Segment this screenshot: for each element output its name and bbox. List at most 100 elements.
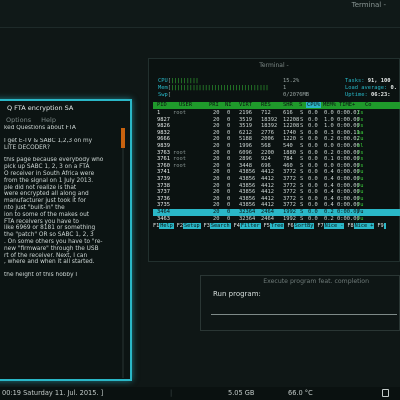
process-command: /u (357, 169, 364, 176)
process-shr: 540 (283, 143, 293, 149)
process-row[interactable]: 9827 20 0 3519 18392 12208 S 0.0 1.0 0:00.00/s (153, 117, 400, 124)
fkey-f5[interactable]: F5Tree (264, 223, 285, 229)
process-row[interactable]: 3736 20 0 43856 4412 3772 S 0.0 0.4 0:00.00/u (153, 196, 400, 203)
process-s: S (300, 189, 304, 196)
process-table-header[interactable]: PID USER PRI NI VIRT RES SHR S CPU% MEM%… (153, 102, 400, 109)
col-command[interactable]: Co (365, 102, 372, 108)
fta-window-title: Q FTA encryption SA (7, 104, 74, 112)
menu-help[interactable]: Help (41, 116, 56, 124)
process-shr: 616 (283, 110, 293, 116)
col-mem[interactable]: MEM% (323, 102, 336, 108)
fta-scrollbar-thumb[interactable] (121, 128, 125, 148)
col-pid[interactable]: PID (157, 102, 167, 108)
run-program-input[interactable] (211, 314, 397, 315)
htop-terminal-window[interactable]: Terminal - CPU[||||||||| 15.2% Mem[|||||… (148, 58, 400, 262)
execute-program-dialog[interactable]: Execute program feat. completion Run pro… (200, 275, 400, 331)
process-pri: 20 (213, 143, 220, 149)
fkey-f1[interactable]: F1Help (153, 223, 174, 229)
process-row[interactable]: 9839 20 0 1996 568 540 S 0.0 0.0 0:00.00 sl (153, 143, 400, 150)
htop-window-title: Terminal - (259, 62, 289, 69)
fkey-f4[interactable]: F4Filter (234, 223, 261, 229)
top-terminal-window[interactable]: Terminal - (0, 0, 400, 28)
process-row[interactable]: 3760 root 20 0 3448 696 460 S 0.0 0.0 0:00.00/s (153, 163, 400, 170)
process-row[interactable]: 1 root 20 0 2196 712 616 S 0.0 0.0 0:00.01/s (153, 110, 400, 117)
process-ni: 0 (227, 215, 231, 222)
col-pri[interactable]: PRI (209, 102, 219, 108)
process-row[interactable]: 9832 20 0 6212 2776 1740 S 0.0 0.3 0:00.11 ba (153, 130, 400, 137)
process-row[interactable]: 3464 20 0 32364 2464 1992 S 0.0 0.2 0:00.00/u (153, 209, 400, 216)
fkey-f3[interactable]: F3Search (204, 223, 231, 229)
fta-heading: ked Questions about FTA (4, 125, 76, 131)
process-row[interactable]: 3463 20 0 32364 2464 1992 S 0.0 0.2 0:00.00/u (153, 216, 400, 223)
process-virt: 6096 (239, 149, 252, 156)
col-user[interactable]: USER (179, 102, 192, 108)
process-mem: 0.4 (324, 169, 334, 176)
col-shr[interactable]: SHR (283, 102, 293, 108)
process-user: root (173, 149, 186, 156)
process-res: 568 (261, 143, 271, 149)
process-row[interactable]: 3738 20 0 43856 4412 3772 S 0.0 0.4 0:00.00/u (153, 183, 400, 190)
fkey-f7[interactable]: F7Nice - (317, 223, 345, 229)
process-cpu: 0.0 (308, 202, 318, 209)
col-time[interactable]: TIME+ (339, 102, 355, 108)
process-cpu: 0.0 (308, 169, 318, 176)
process-pid: 9666 (157, 136, 170, 143)
process-mem: 0.3 (324, 129, 334, 136)
process-row[interactable]: 3761 root 20 0 2896 924 784 S 0.0 0.1 0:00.00/s (153, 156, 400, 163)
process-row[interactable]: 3739 20 0 43856 4412 3772 S 0.0 0.4 0:00.00/u (153, 176, 400, 183)
process-row[interactable]: 3735 20 0 43856 4412 3772 S 0.0 0.4 0:00.00/u (153, 202, 400, 209)
process-pid: 9832 (157, 129, 170, 136)
fkey-label: Tree (269, 223, 285, 229)
col-state[interactable]: S (299, 102, 302, 108)
process-ni: 0 (227, 123, 231, 130)
process-row[interactable]: 9666 20 0 5188 2006 1220 S 0.0 0.2 0:00.02/u (153, 136, 400, 143)
fkey-label: Setup (183, 223, 201, 229)
process-res: 2464 (261, 209, 274, 215)
process-shr: 3772 (283, 182, 296, 189)
exec-dialog-title: Execute program feat. completion (263, 278, 369, 285)
process-virt: 3519 (239, 116, 252, 123)
process-res: 4412 (261, 202, 274, 209)
process-ni: 0 (227, 189, 231, 196)
process-row[interactable]: 9826 20 0 3519 18392 12208 S 0.0 1.0 0:00.00/s (153, 123, 400, 130)
process-ni: 0 (227, 162, 231, 169)
process-s: S (300, 143, 304, 149)
process-user: root (173, 156, 186, 163)
process-pri: 20 (213, 182, 220, 189)
process-cpu: 0.0 (308, 136, 318, 143)
process-row[interactable]: 3741 20 0 43856 4412 3772 S 0.0 0.4 0:00.00/u (153, 169, 400, 176)
process-command: /u (357, 136, 364, 143)
function-key-bar[interactable]: F1Help F2Setup F3Search F4Filter F5Tree F6Sor… (153, 223, 400, 230)
fkey-label: Search (209, 223, 231, 229)
process-row[interactable]: 3737 20 0 43856 4412 3772 S 0.0 0.4 0:00.00/u (153, 189, 400, 196)
process-s: S (300, 156, 304, 163)
process-command: /s (357, 156, 364, 163)
fta-paragraph-2: the height of this hobby I (4, 272, 78, 279)
process-s: S (300, 215, 304, 222)
fkey-f2[interactable]: F2Setup (177, 223, 201, 229)
col-cpu[interactable]: CPU% (306, 102, 321, 109)
col-res[interactable]: RES (261, 102, 271, 108)
col-virt[interactable]: VIRT (239, 102, 252, 108)
battery-icon[interactable] (382, 389, 389, 397)
process-res: 2006 (261, 136, 274, 143)
col-ni[interactable]: NI (225, 102, 232, 108)
menu-options[interactable]: Options (6, 116, 31, 124)
process-virt: 43856 (239, 195, 256, 202)
process-command: /s (357, 116, 364, 123)
process-row[interactable]: 3763 root 20 0 6096 2200 1880 S 0.0 0.2 0:00.00/s (153, 150, 400, 157)
fkey-f6[interactable]: F6SortBy (287, 223, 315, 229)
process-cpu: 0.0 (308, 156, 318, 163)
load-stat: Load average: 0. (345, 85, 397, 91)
fta-scrollbar-track[interactable] (122, 128, 124, 378)
process-virt: 43856 (239, 169, 256, 176)
fta-text-viewer-window[interactable]: Q FTA encryption SA Options Help ked Que… (0, 99, 132, 381)
process-ni: 0 (227, 176, 231, 182)
process-s: S (300, 110, 304, 116)
process-shr: 1992 (283, 209, 296, 215)
fkey-label: Nice - (323, 223, 345, 229)
top-terminal-title: Terminal - (351, 1, 386, 9)
cpu-meter-bars: ||||||||| (171, 78, 199, 84)
fkey-f9[interactable]: F9 (377, 223, 386, 229)
fkey-f8[interactable]: F8Nice + (347, 223, 375, 229)
